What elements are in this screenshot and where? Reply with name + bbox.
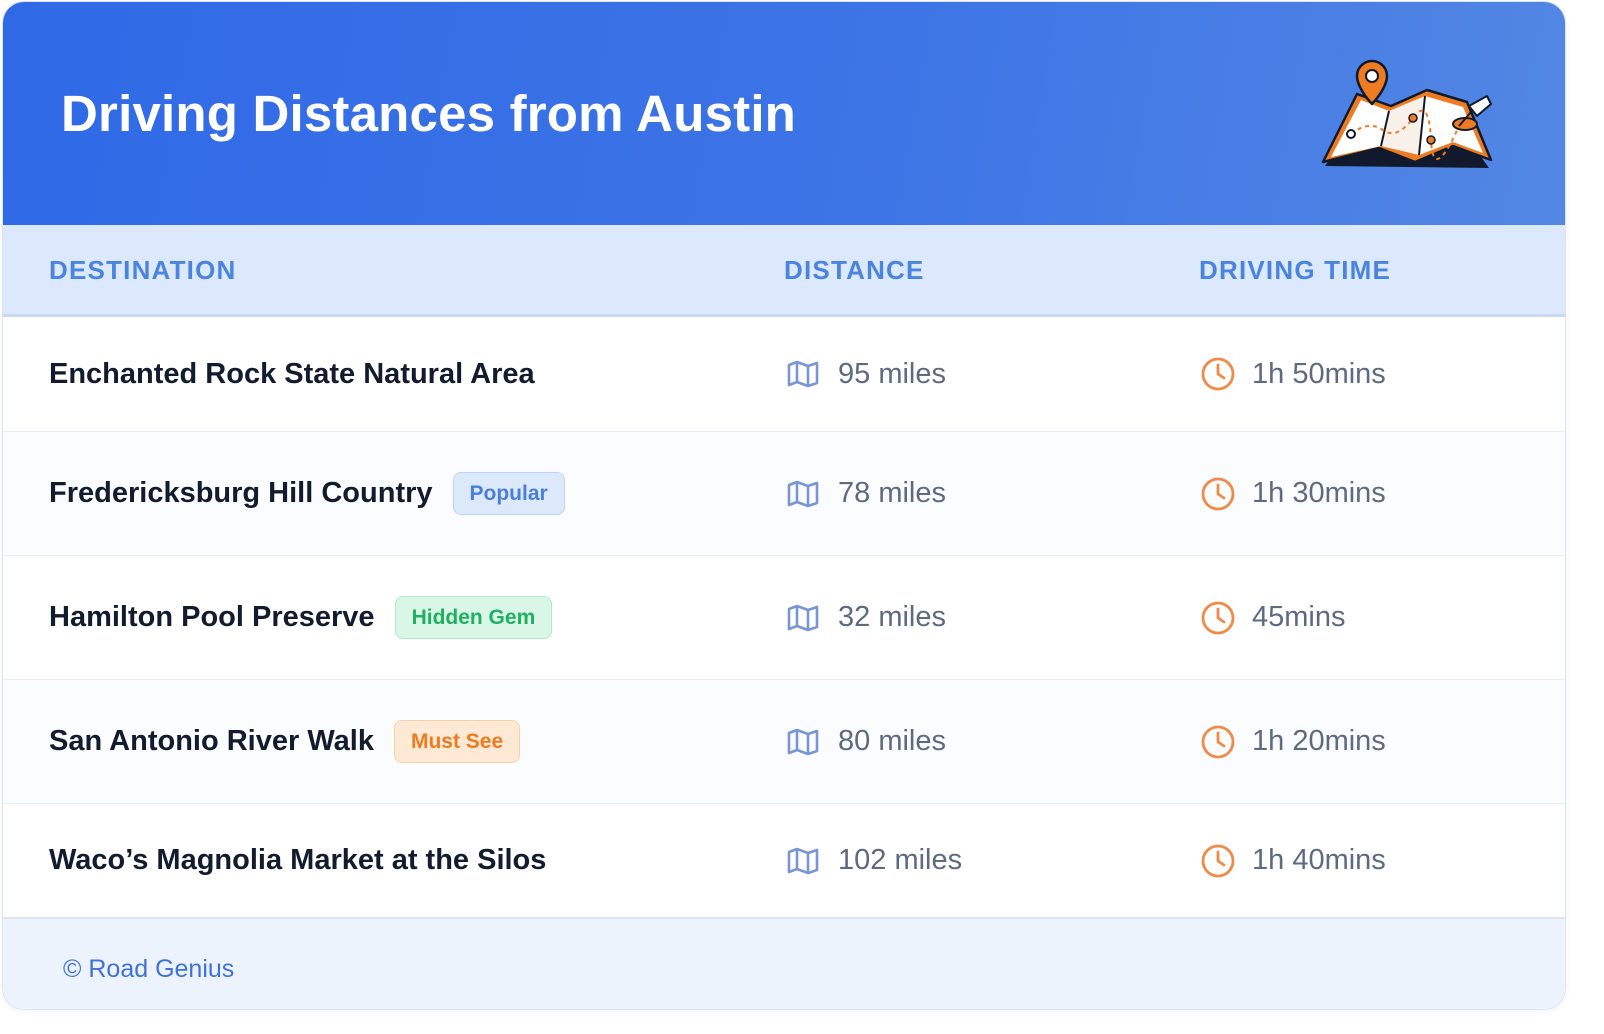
destination-name: Hamilton Pool Preserve bbox=[49, 601, 375, 633]
distance-cell: 95 miles bbox=[786, 317, 946, 431]
time-value: 1h 40mins bbox=[1252, 844, 1386, 876]
map-pin-icon bbox=[1317, 56, 1497, 176]
table-row: Enchanted Rock State Natural Area 95 mil… bbox=[3, 317, 1565, 432]
time-cell: 1h 40mins bbox=[1200, 804, 1386, 917]
card-header: Driving Distances from Austin bbox=[3, 2, 1565, 225]
destination-cell: Enchanted Rock State Natural Area bbox=[49, 317, 535, 431]
destination-cell: Hamilton Pool Preserve Hidden Gem bbox=[49, 556, 553, 679]
map-icon bbox=[786, 603, 820, 633]
destination-cell: Waco’s Magnolia Market at the Silos bbox=[49, 804, 546, 917]
clock-icon bbox=[1200, 843, 1236, 879]
destination-name: Waco’s Magnolia Market at the Silos bbox=[49, 844, 547, 876]
time-cell: 1h 20mins bbox=[1200, 680, 1386, 803]
popular-badge: Popular bbox=[452, 472, 565, 515]
column-header-distance: DISTANCE bbox=[784, 255, 925, 285]
clock-icon bbox=[1200, 356, 1236, 392]
time-value: 45mins bbox=[1252, 601, 1346, 633]
time-value: 1h 30mins bbox=[1252, 477, 1386, 509]
copyright-credit: © Road Genius bbox=[63, 955, 235, 983]
map-icon bbox=[786, 846, 820, 876]
time-value: 1h 50mins bbox=[1252, 357, 1386, 390]
distance-cell: 80 miles bbox=[786, 680, 946, 803]
map-icon bbox=[786, 359, 820, 389]
page-title: Driving Distances from Austin bbox=[61, 85, 797, 142]
column-header-driving-time: DRIVING TIME bbox=[1199, 255, 1392, 285]
card-footer: © Road Genius bbox=[3, 917, 1565, 1009]
table-row: San Antonio River Walk Must See 80 miles… bbox=[3, 680, 1565, 804]
clock-icon bbox=[1200, 724, 1236, 760]
distance-value: 95 miles bbox=[838, 357, 946, 390]
time-cell: 1h 30mins bbox=[1200, 432, 1386, 555]
distance-value: 32 miles bbox=[838, 601, 946, 633]
table-row: Fredericksburg Hill Country Popular 78 m… bbox=[3, 432, 1565, 556]
distance-value: 102 miles bbox=[838, 844, 963, 876]
time-cell: 45mins bbox=[1200, 556, 1346, 679]
time-value: 1h 20mins bbox=[1252, 725, 1386, 757]
column-header-destination: DESTINATION bbox=[49, 255, 237, 285]
clock-icon bbox=[1200, 600, 1236, 636]
time-cell: 1h 50mins bbox=[1200, 317, 1386, 431]
map-icon bbox=[786, 727, 820, 757]
distance-cell: 102 miles bbox=[786, 804, 962, 917]
destination-cell: San Antonio River Walk Must See bbox=[49, 680, 521, 803]
table-body: Enchanted Rock State Natural Area 95 mil… bbox=[3, 317, 1565, 917]
table-row: Waco’s Magnolia Market at the Silos 102 … bbox=[3, 804, 1565, 917]
destination-cell: Fredericksburg Hill Country Popular bbox=[49, 432, 565, 555]
table-header: DESTINATION DISTANCE DRIVING TIME bbox=[3, 225, 1565, 317]
hidden-gem-badge: Hidden Gem bbox=[394, 596, 553, 639]
destination-name: San Antonio River Walk bbox=[49, 725, 374, 757]
destination-name: Fredericksburg Hill Country bbox=[49, 477, 433, 509]
destination-name: Enchanted Rock State Natural Area bbox=[49, 357, 535, 390]
distance-value: 78 miles bbox=[838, 477, 946, 509]
clock-icon bbox=[1200, 476, 1236, 512]
must-see-badge: Must See bbox=[393, 720, 521, 763]
distance-card: Driving Distances from Austin DESTINATIO… bbox=[2, 1, 1566, 1010]
map-icon bbox=[786, 479, 820, 509]
distance-value: 80 miles bbox=[838, 725, 946, 757]
distance-cell: 32 miles bbox=[786, 556, 946, 679]
distance-cell: 78 miles bbox=[786, 432, 946, 555]
table-row: Hamilton Pool Preserve Hidden Gem 32 mil… bbox=[3, 556, 1565, 680]
